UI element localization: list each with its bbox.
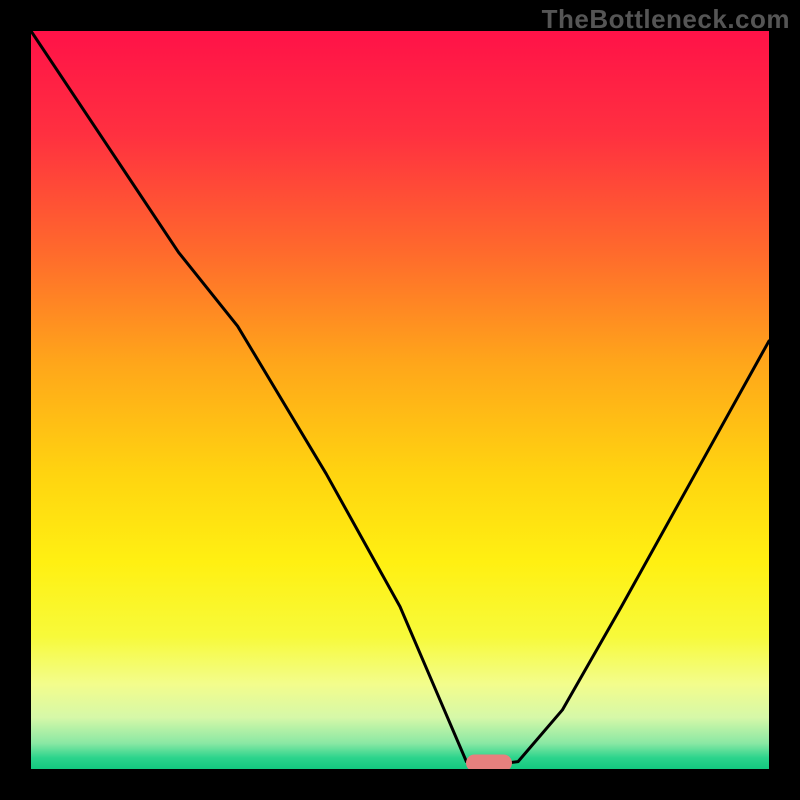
chart-frame: TheBottleneck.com <box>0 0 800 800</box>
plot-area <box>31 31 769 769</box>
watermark-text: TheBottleneck.com <box>542 4 790 35</box>
bottleneck-curve <box>31 31 769 765</box>
optimal-point-marker <box>466 755 512 769</box>
bottleneck-curve-svg <box>31 31 769 769</box>
